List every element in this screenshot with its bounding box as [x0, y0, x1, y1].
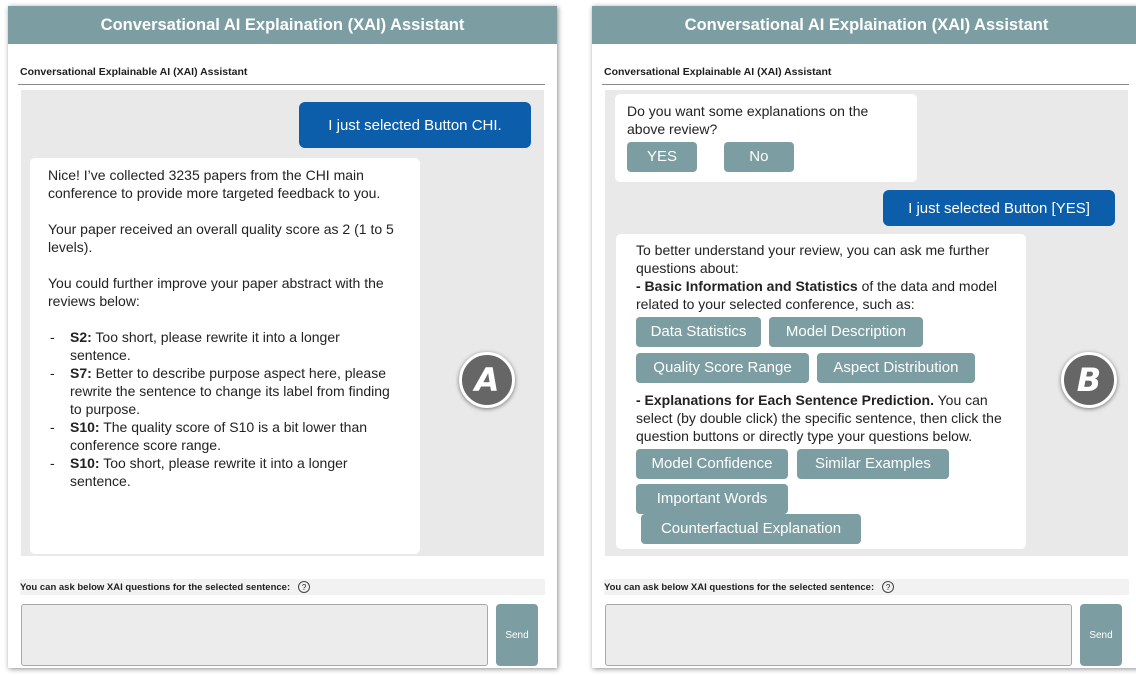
review-text: Better to describe purpose aspect here, …: [70, 365, 390, 417]
review-label: S2:: [70, 329, 92, 345]
counterfactual-explanation-button[interactable]: Counterfactual Explanation: [641, 514, 861, 544]
aspect-distribution-button[interactable]: Aspect Distribution: [816, 353, 975, 383]
help-icon[interactable]: ?: [882, 581, 895, 593]
explanation-buttons: Important Words Counterfactual Explanati…: [636, 484, 1016, 544]
section-title: - Explanations for Each Sentence Predict…: [636, 392, 934, 408]
panel-subtitle: Conversational Explainable AI (XAI) Assi…: [20, 66, 248, 78]
model-description-button[interactable]: Model Description: [768, 317, 923, 347]
explanation-buttons: Model Confidence Similar Examples: [636, 449, 1016, 479]
badge-letter: B: [1076, 361, 1102, 399]
bot-paragraph[interactable]: Your paper received an overall quality s…: [48, 220, 404, 256]
badge-letter: A: [474, 361, 500, 399]
help-icon[interactable]: ?: [298, 581, 311, 593]
ask-label-row: You can ask below XAI questions for the …: [20, 579, 545, 595]
basic-info-buttons: Data Statistics Model Description: [636, 317, 1016, 347]
panel-subtitle: Conversational Explainable AI (XAI) Assi…: [604, 66, 832, 78]
divider: [18, 84, 545, 85]
bot-question: Do you want some explanations on the abo…: [615, 94, 917, 182]
review-text: Too short, please rewrite it into a long…: [70, 455, 348, 489]
send-button[interactable]: Send: [496, 604, 538, 666]
model-confidence-button[interactable]: Model Confidence: [636, 449, 788, 479]
panel-header: Conversational AI Explaination (XAI) Ass…: [592, 6, 1136, 44]
user-message-text: I just selected Button [YES]: [908, 199, 1090, 217]
question-input[interactable]: [21, 604, 488, 666]
review-item[interactable]: S7: Better to describe purpose aspect he…: [48, 364, 404, 418]
review-text: The quality score of S10 is a bit lower …: [70, 419, 368, 453]
section-title: - Basic Information and Statistics: [636, 278, 858, 294]
chat-panel-a: Conversational AI Explaination (XAI) Ass…: [8, 6, 557, 668]
chat-area[interactable]: Do you want some explanations on the abo…: [605, 90, 1128, 556]
user-message-text: I just selected Button CHI.: [328, 116, 502, 134]
similar-examples-button[interactable]: Similar Examples: [796, 449, 949, 479]
review-text: Too short, please rewrite it into a long…: [70, 329, 340, 363]
divider: [602, 84, 1129, 85]
review-item[interactable]: S2: Too short, please rewrite it into a …: [48, 328, 404, 364]
bot-paragraph[interactable]: You could further improve your paper abs…: [48, 274, 404, 310]
bot-paragraph[interactable]: Nice! I’ve collected 3235 papers from th…: [48, 166, 404, 202]
data-statistics-button[interactable]: Data Statistics: [636, 317, 761, 347]
user-message: I just selected Button [YES]: [883, 190, 1115, 226]
send-button[interactable]: Send: [1080, 604, 1122, 666]
bot-message[interactable]: To better understand your review, you ca…: [616, 234, 1026, 549]
bot-message[interactable]: Nice! I’ve collected 3235 papers from th…: [30, 158, 420, 554]
review-list: S2: Too short, please rewrite it into a …: [48, 328, 404, 490]
question-input[interactable]: [605, 604, 1072, 666]
review-item[interactable]: S10: Too short, please rewrite it into a…: [48, 454, 404, 490]
badge-b: B: [1061, 352, 1117, 408]
yes-no-buttons: YES No: [627, 142, 905, 172]
review-item[interactable]: S10: The quality score of S10 is a bit l…: [48, 418, 404, 454]
important-words-button[interactable]: Important Words: [636, 484, 788, 514]
header-title: Conversational AI Explaination (XAI) Ass…: [684, 15, 1049, 34]
question-text: Do you want some explanations on the abo…: [627, 103, 869, 137]
ask-label: You can ask below XAI questions for the …: [20, 581, 291, 593]
review-label: S7:: [70, 365, 92, 381]
panel-header: Conversational AI Explaination (XAI) Ass…: [8, 6, 557, 44]
basic-info-buttons: Quality Score Range Aspect Distribution: [636, 353, 1016, 383]
no-button[interactable]: No: [723, 142, 794, 172]
ask-label: You can ask below XAI questions for the …: [604, 581, 875, 593]
section-explanations: - Explanations for Each Sentence Predict…: [636, 391, 1016, 445]
ask-label-row: You can ask below XAI questions for the …: [604, 579, 1129, 595]
badge-a: A: [459, 352, 515, 408]
chat-panel-b: Conversational AI Explaination (XAI) Ass…: [592, 6, 1136, 668]
header-title: Conversational AI Explaination (XAI) Ass…: [100, 15, 465, 34]
section-basic-info: - Basic Information and Statistics of th…: [636, 277, 1016, 313]
user-message: I just selected Button CHI.: [299, 102, 531, 148]
yes-button[interactable]: YES: [627, 142, 697, 172]
review-label: S10:: [70, 419, 100, 435]
chat-area[interactable]: I just selected Button CHI. Nice! I’ve c…: [21, 90, 544, 556]
review-label: S10:: [70, 455, 100, 471]
bot-intro: To better understand your review, you ca…: [636, 242, 990, 276]
quality-score-range-button[interactable]: Quality Score Range: [636, 353, 809, 383]
